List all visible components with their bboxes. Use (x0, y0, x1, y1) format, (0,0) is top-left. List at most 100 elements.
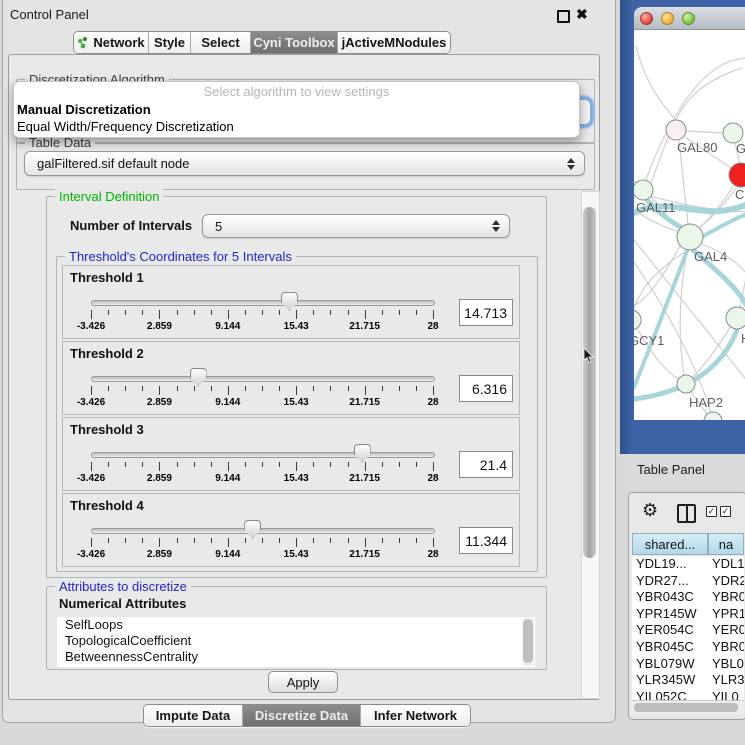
tab-jactivemnodules[interactable]: jActiveMNodules (337, 32, 450, 53)
tick-mark (348, 538, 349, 543)
select-column-checkbox-icon[interactable]: ✓ (720, 506, 731, 517)
tab-label: Impute Data (156, 708, 230, 723)
number-of-intervals-combobox[interactable]: 5 (202, 214, 510, 238)
table-row[interactable]: YBL079WYBL0 (632, 656, 744, 673)
network-window-titlebar[interactable] (634, 7, 745, 30)
numerical-attributes-list[interactable]: SelfLoopsTopologicalCoefficientBetweenne… (57, 617, 535, 667)
tick-mark (159, 310, 160, 319)
node-circle[interactable] (634, 180, 653, 200)
threshold-label: Threshold 2 (70, 346, 144, 361)
tab-cyni-toolbox[interactable]: Cyni Toolbox (250, 32, 337, 53)
table-row[interactable]: YPR145WYPR1 (632, 606, 744, 623)
interval-definition-group-title: Interval Definition (55, 189, 163, 204)
tick-mark (108, 538, 109, 543)
column-layout-icon[interactable] (677, 504, 696, 523)
threshold-value-field[interactable]: 14.713 (459, 299, 513, 326)
tick-label: 28 (427, 321, 438, 332)
zoom-window-icon[interactable] (682, 12, 695, 25)
float-window-icon[interactable] (557, 10, 570, 23)
tick-mark (262, 310, 263, 315)
tick-mark (262, 462, 263, 467)
thresholds-group-title: Threshold's Coordinates for 5 Intervals (65, 249, 296, 264)
table-row[interactable]: YDL19...YDL1 (632, 556, 744, 573)
table-header-shared[interactable]: shared... (632, 533, 708, 555)
table-horizontal-scrollbar[interactable] (632, 700, 744, 714)
node-circle[interactable] (677, 224, 703, 250)
slider-handle[interactable] (354, 444, 371, 463)
table-row[interactable]: YIL052CYIL0 (632, 689, 744, 700)
tick-mark (125, 310, 126, 315)
table-row[interactable]: YLR345WYLR3 (632, 672, 744, 689)
tick-mark (125, 462, 126, 467)
slider-track[interactable] (91, 376, 435, 382)
threshold-value-field[interactable]: 21.4 (459, 451, 513, 478)
tab-network[interactable]: Network (74, 32, 148, 53)
settings-gear-icon[interactable]: ⚙ (642, 501, 658, 519)
node-circle[interactable] (723, 123, 743, 143)
tick-mark (245, 386, 246, 391)
table-cell: YDR27... (632, 573, 708, 590)
list-scrollbar[interactable] (522, 618, 534, 666)
tick-mark (365, 386, 366, 395)
table-row[interactable]: YDR27...YDR2 (632, 573, 744, 590)
threshold-panel: Threshold 1-3.4262.8599.14415.4321.71528… (62, 265, 520, 339)
threshold-value-field[interactable]: 11.344 (459, 527, 513, 554)
slider-track[interactable] (91, 300, 435, 306)
scrollbar-thumb[interactable] (634, 703, 738, 712)
node-circle[interactable] (726, 307, 745, 329)
node-circle[interactable] (677, 375, 695, 393)
attribute-list-item[interactable]: SelfLoops (57, 617, 535, 633)
select-column-checkbox-icon[interactable]: ✓ (706, 506, 717, 517)
tick-mark (313, 386, 314, 391)
minimize-window-icon[interactable] (661, 12, 674, 25)
slider-track[interactable] (91, 452, 435, 458)
tick-mark (125, 386, 126, 391)
tab-select[interactable]: Select (190, 32, 250, 53)
table-cell: YBL0 (708, 656, 744, 673)
tab-label: Select (201, 35, 239, 50)
attribute-list-item[interactable]: BetweennessCentrality (57, 649, 535, 665)
node-label: HA (741, 331, 745, 346)
slider-handle[interactable] (281, 292, 298, 311)
tick-mark (211, 310, 212, 315)
node-circle[interactable] (666, 120, 686, 140)
bottom-tab-impute-data[interactable]: Impute Data (144, 705, 242, 726)
bottom-tab-infer-network[interactable]: Infer Network (360, 705, 470, 726)
tick-mark (433, 310, 434, 319)
table-row[interactable]: YBR045CYBR0 (632, 639, 744, 656)
network-canvas[interactable]: GAL80GACGAL11GAL4GCY1HAHAP2 (634, 29, 745, 420)
tick-label: 9.144 (215, 549, 240, 560)
attribute-list-item[interactable]: TopologicalCoefficient (57, 633, 535, 649)
tick-label: 21.715 (349, 549, 380, 560)
table-row[interactable]: YER054CYER0 (632, 622, 744, 639)
node-label: GCY1 (634, 333, 664, 348)
table-cell: YBL079W (632, 656, 708, 673)
table-body[interactable]: YDL19...YDL1YDR27...YDR2YBR043CYBR0YPR14… (632, 556, 744, 700)
bottom-tab-discretize-data[interactable]: Discretize Data (242, 705, 360, 726)
tab-label: Infer Network (374, 708, 457, 723)
table-row[interactable]: YBR043CYBR0 (632, 589, 744, 606)
tick-mark (177, 462, 178, 467)
tick-label: 9.144 (215, 321, 240, 332)
edge-line (634, 150, 637, 183)
control-panel-scrollbar[interactable] (581, 191, 600, 699)
tick-label: 2.859 (147, 473, 172, 484)
dropdown-option[interactable]: Equal Width/Frequency Discretization (14, 118, 579, 135)
slider-handle[interactable] (244, 520, 261, 539)
scrollbar-thumb[interactable] (583, 207, 596, 558)
node-circle[interactable] (729, 163, 745, 187)
apply-button[interactable]: Apply (268, 671, 338, 693)
tick-mark (433, 386, 434, 395)
slider-handle[interactable] (190, 368, 207, 387)
close-window-icon[interactable] (640, 12, 653, 25)
dropdown-option[interactable]: Manual Discretization (14, 101, 579, 118)
tab-style[interactable]: Style (148, 32, 190, 53)
table-data-combobox[interactable]: galFiltered.sif default node (24, 151, 585, 176)
close-icon[interactable]: ✖ (576, 6, 588, 23)
threshold-value-field[interactable]: 6.316 (459, 375, 513, 402)
table-header-name[interactable]: na (708, 533, 744, 555)
node-label: HAP2 (689, 395, 723, 410)
table-cell: YLR345W (632, 672, 708, 689)
slider-track[interactable] (91, 528, 435, 534)
node-circle[interactable] (634, 310, 641, 330)
